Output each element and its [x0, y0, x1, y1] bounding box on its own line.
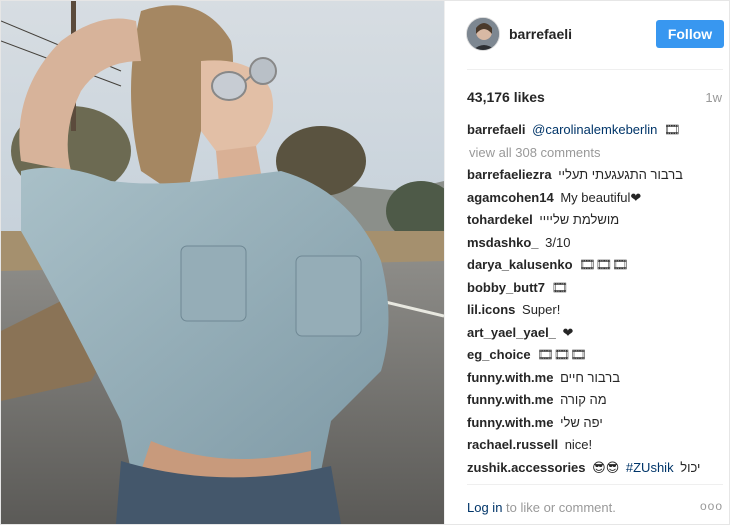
comment-username[interactable]: funny.with.me: [467, 392, 553, 407]
comment-username[interactable]: tohardekel: [467, 212, 533, 227]
comment-row: darya_kalusenko 🎞🎞🎞: [467, 256, 727, 279]
view-all-comments-link[interactable]: view all 308 comments: [467, 144, 727, 167]
comment-text: 3/10: [545, 234, 571, 250]
header-divider: [467, 69, 723, 70]
comment-username[interactable]: barrefaeliezra: [467, 167, 552, 182]
comment-row: zushik.accessories 😎😎 #ZUshik יכול: [467, 459, 727, 482]
comment-row: msdashko_ 3/10: [467, 234, 727, 257]
comment-row: art_yael_yael_ ❤: [467, 324, 727, 347]
comment-text-after: יכול: [680, 459, 701, 475]
comment-username[interactable]: funny.with.me: [467, 370, 553, 385]
comment-username[interactable]: lil.icons: [467, 302, 515, 317]
more-options-icon[interactable]: ooo: [700, 499, 723, 513]
avatar-image: [467, 18, 499, 50]
comment-row: tohardekel מושלמת שליייי: [467, 211, 727, 234]
comment-username[interactable]: msdashko_: [467, 235, 539, 250]
caption-username[interactable]: barrefaeli: [467, 122, 526, 137]
comment-username[interactable]: agamcohen14: [467, 190, 554, 205]
comment-text: ברבור התגעגעתי תעליי: [558, 167, 683, 182]
comment-row: barrefaeliezra ברבור התגעגעתי תעליי: [467, 166, 727, 189]
comment-text: My beautiful❤: [560, 189, 642, 205]
comment-row: eg_choice 🎞🎞🎞: [467, 346, 727, 369]
comment-row: funny.with.me מה קורה: [467, 391, 727, 414]
comment-text: ❤: [562, 324, 574, 340]
login-prompt: Log in to like or comment.: [467, 500, 616, 515]
comment-list: barrefaeli @carolinalemkeberlin 🎞 view a…: [467, 121, 727, 481]
comment-row: funny.with.me יפה שלי: [467, 414, 727, 437]
comment-username[interactable]: art_yael_yael_: [467, 325, 556, 340]
comment-hashtag[interactable]: #ZUshik: [626, 460, 674, 475]
caption: barrefaeli @carolinalemkeberlin 🎞: [467, 121, 727, 144]
comment-username[interactable]: funny.with.me: [467, 415, 553, 430]
caption-mention[interactable]: @carolinalemkeberlin: [532, 122, 657, 137]
comment-text: nice!: [564, 437, 593, 452]
comment-row: funny.with.me ברבור חיים: [467, 369, 727, 392]
comment-text: Super!: [522, 302, 561, 317]
comment-text: מה קורה: [560, 392, 607, 407]
comment-username[interactable]: darya_kalusenko: [467, 257, 573, 272]
instagram-post: barrefaeli Follow 43,176 likes 1w barref…: [0, 0, 730, 525]
comment-row: lil.icons Super!: [467, 301, 727, 324]
follow-button[interactable]: Follow: [656, 20, 724, 48]
comment-text: מושלמת שליייי: [539, 212, 620, 227]
comment-text: ברבור חיים: [560, 369, 620, 385]
comment-username[interactable]: zushik.accessories: [467, 460, 586, 475]
comment-username[interactable]: rachael.russell: [467, 437, 558, 452]
header-username[interactable]: barrefaeli: [509, 26, 572, 42]
login-prompt-text: to like or comment.: [502, 500, 616, 515]
post-side-panel: barrefaeli Follow 43,176 likes 1w barref…: [444, 1, 729, 524]
post-photo[interactable]: [1, 1, 444, 524]
user-avatar[interactable]: [466, 17, 500, 51]
post-age[interactable]: 1w: [705, 90, 722, 105]
comment-text: 🎞🎞🎞: [579, 257, 629, 272]
caption-emoji: 🎞: [664, 122, 681, 137]
comment-text: 🎞: [551, 279, 569, 295]
comment-row: agamcohen14 My beautiful❤: [467, 189, 727, 212]
comment-text: 🎞🎞🎞: [537, 347, 587, 362]
post-header: barrefaeli Follow: [445, 1, 730, 69]
likes-count[interactable]: 43,176 likes: [467, 89, 545, 105]
footer-divider: [467, 484, 723, 485]
comment-text: יפה שלי: [560, 414, 603, 430]
photo-illustration: [1, 1, 444, 524]
comment-text: 😎😎: [592, 459, 620, 475]
login-link[interactable]: Log in: [467, 500, 502, 515]
comment-username[interactable]: bobby_butt7: [467, 280, 545, 295]
comment-row: rachael.russell nice!: [467, 436, 727, 459]
comment-row: bobby_butt7 🎞: [467, 279, 727, 302]
comment-username[interactable]: eg_choice: [467, 347, 531, 362]
